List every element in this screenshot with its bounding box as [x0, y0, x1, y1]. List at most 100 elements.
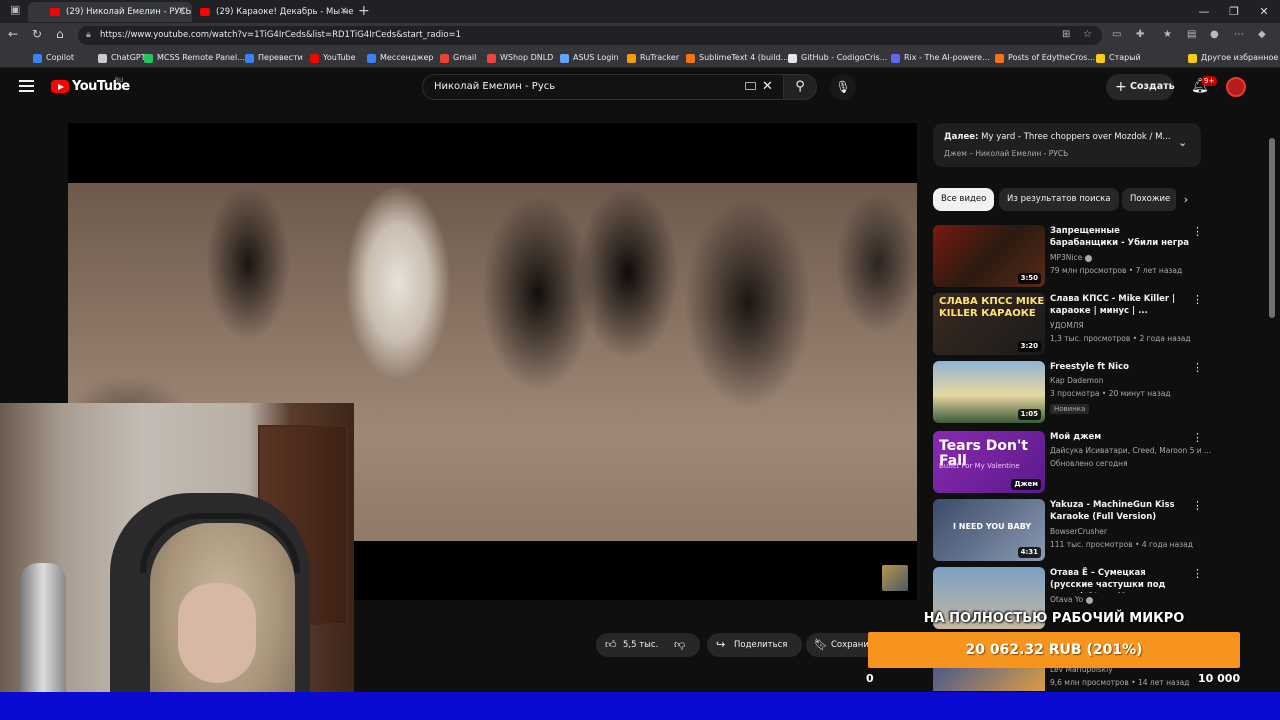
bookmark-label: YouTube — [323, 53, 356, 62]
stream-caption: НА ПОЛНОСТЬЮ РАБОЧИЙ МИКРО — [923, 611, 1185, 626]
profile-icon[interactable]: ● — [1210, 29, 1219, 40]
bookmark-label: Другое избранное — [1201, 53, 1279, 62]
channel-name[interactable]: Дайсука Исиватари, Creed, Maroon 5 и ... — [1050, 446, 1211, 455]
home-icon[interactable]: ⌂ — [56, 27, 64, 41]
bookmark-item[interactable]: Gmail — [440, 48, 476, 68]
chip-from-search[interactable]: Из результатов поиска — [999, 188, 1119, 211]
tab-karaoke[interactable]: (29) Караоке! Декабрь - Мы не ✕ — [194, 2, 354, 22]
video-meta: 3 просмотра • 20 минут назад — [1050, 389, 1171, 398]
minimize-icon[interactable]: — — [1188, 0, 1220, 23]
chip-related[interactable]: Похожие — [1122, 188, 1178, 211]
tab-title: (29) Караоке! Декабрь - Мы не — [216, 7, 354, 17]
channel-name[interactable]: Otava Yo — [1050, 595, 1094, 604]
more-icon[interactable]: ⋯ — [1234, 29, 1244, 40]
more-options-icon[interactable]: ⋮ — [1192, 431, 1203, 444]
new-tab-icon[interactable]: + — [358, 2, 370, 20]
recommendation-item[interactable]: Tears Don't Fall Bullet For My Valentine Д… — [933, 431, 1211, 493]
bookmark-item[interactable]: YouTube — [310, 48, 356, 68]
more-options-icon[interactable]: ⋮ — [1192, 567, 1203, 580]
recommendation-title[interactable]: Отава Ё – Сумецкая (русские частушки под… — [1050, 567, 1190, 593]
bookmark-item[interactable]: Copilot — [33, 48, 74, 68]
share-button[interactable]: ↪ Поделиться — [707, 633, 802, 657]
donation-goal-bar: 20 062.32 RUB (201%) — [868, 632, 1240, 668]
recommendation-title[interactable]: Запрещенные барабанщики - Убили негра — [1050, 225, 1190, 249]
bookmark-item[interactable]: Posts of EdytheCros... — [995, 48, 1095, 68]
up-next-card[interactable]: Далее: My yard - Three choppers over Moz… — [933, 123, 1201, 167]
bookmark-item[interactable]: Rix - The AI-powere... — [891, 48, 990, 68]
bookmark-item[interactable]: Старый — [1096, 48, 1141, 68]
close-window-icon[interactable]: ✕ — [1248, 0, 1280, 23]
bookmark-item[interactable]: Мессенджер — [367, 48, 434, 68]
video-thumbnail[interactable]: 3:50 — [933, 225, 1045, 287]
avatar[interactable] — [1226, 77, 1246, 97]
bookmark-item[interactable]: ChatGPT — [98, 48, 146, 68]
bookmark-item[interactable]: Перевести — [245, 48, 303, 68]
recommendation-item[interactable]: 3:50 Запрещенные барабанщики - Убили негр… — [933, 225, 1203, 287]
translate-icon[interactable]: ⊞ — [1062, 29, 1070, 40]
chevron-down-icon[interactable]: ⌄ — [1178, 136, 1187, 149]
bookmark-item[interactable]: WShop DNLD — [487, 48, 553, 68]
url-field[interactable]: 🔒︎ https://www.youtube.com/watch?v=1TiG4… — [78, 26, 1102, 45]
search-button[interactable]: ⚲ — [784, 74, 817, 100]
more-options-icon[interactable]: ⋮ — [1192, 293, 1203, 306]
bookmark-item[interactable]: Другое избранное — [1188, 48, 1278, 68]
thumbs-up-icon: 👍︎ — [605, 638, 617, 651]
menu-icon[interactable] — [19, 80, 34, 92]
reload-icon[interactable]: ↻ — [32, 27, 42, 41]
recommendation-title[interactable]: Yakuza - MachineGun Kiss Karaoke (Full V… — [1050, 499, 1190, 523]
bookmark-item[interactable]: ASUS Login — [560, 48, 619, 68]
keyboard-icon[interactable] — [745, 82, 756, 90]
tab-nikolay-emelin[interactable]: (29) Николай Емелин - РУСЬ ✕ — [28, 2, 192, 22]
scrollbar[interactable] — [1268, 108, 1276, 690]
duration-badge: 3:20 — [1017, 341, 1041, 352]
like-button[interactable]: 👍︎ 5,5 тыс. — [596, 633, 668, 657]
extensions-icon[interactable]: ✚ — [1136, 29, 1144, 40]
bookmark-item[interactable]: RuTracker — [627, 48, 679, 68]
collections-icon[interactable]: ▤ — [1187, 29, 1196, 40]
more-options-icon[interactable]: ⋮ — [1192, 225, 1203, 238]
recommendation-title[interactable]: Мой джем — [1050, 431, 1190, 443]
search-input[interactable]: Николай Емелин - Русь — [422, 74, 784, 100]
voice-search-button[interactable]: 🎙︎ — [830, 74, 856, 100]
maximize-icon[interactable]: ❐ — [1218, 0, 1250, 23]
bookmark-star-icon[interactable]: ☆ — [1083, 29, 1092, 40]
dislike-button[interactable]: 👎︎ — [674, 633, 685, 657]
channel-name[interactable]: УДОМЛЯ — [1050, 321, 1084, 330]
stream-bottom-bar — [0, 692, 1280, 720]
channel-name[interactable]: Кар Dademon — [1050, 376, 1103, 385]
copilot-icon[interactable]: ◆ — [1258, 29, 1266, 40]
recommendation-title[interactable]: Freestyle ft Nico — [1050, 361, 1190, 373]
video-thumbnail[interactable]: СЛАВА КПСС MIKE KILLER КАРАОКЕ 3:20 — [933, 293, 1045, 355]
video-meta: 9,6 млн просмотров • 14 лет назад — [1050, 678, 1190, 687]
scrollbar-thumb[interactable] — [1269, 138, 1275, 318]
favorites-icon[interactable]: ★ — [1163, 29, 1172, 40]
video-thumbnail[interactable]: Tears Don't Fall Bullet For My Valentine Д… — [933, 431, 1045, 493]
channel-watermark-icon[interactable] — [882, 565, 908, 591]
clear-search-icon[interactable]: ✕ — [762, 79, 773, 94]
back-icon[interactable]: ← — [8, 27, 18, 41]
video-thumbnail[interactable]: I NEED YOU BABY 4:31 — [933, 499, 1045, 561]
bookmark-item[interactable]: GitHub - CodigoCris... — [788, 48, 887, 68]
chevron-right-icon[interactable]: › — [1176, 188, 1196, 211]
channel-name[interactable]: MP3Nice — [1050, 253, 1093, 262]
youtube-logo-icon[interactable] — [51, 80, 69, 93]
bookmark-favicon-icon — [1096, 54, 1105, 63]
bookmark-item[interactable]: SublimeText 4 (build... — [686, 48, 788, 68]
more-options-icon[interactable]: ⋮ — [1192, 499, 1203, 512]
bookmark-label: ASUS Login — [573, 53, 619, 62]
create-button[interactable]: + Создать — [1106, 74, 1175, 100]
recommendation-item[interactable]: I NEED YOU BABY 4:31 Yakuza - MachineGun K… — [933, 499, 1203, 561]
recommendation-item[interactable]: 1:05 Freestyle ft Nico Кар Dademon 3 просмо… — [933, 361, 1203, 423]
close-icon[interactable]: ✕ — [178, 2, 186, 22]
split-view-icon[interactable]: ▭ — [1112, 29, 1121, 40]
bookmark-item[interactable]: MCSS Remote Panel... — [144, 48, 245, 68]
recommendation-item[interactable]: СЛАВА КПСС MIKE KILLER КАРАОКЕ 3:20 Слава … — [933, 293, 1203, 355]
recommendation-title[interactable]: Слава КПСС - Mike Killer | караоке | мин… — [1050, 293, 1190, 317]
video-thumbnail[interactable]: 1:05 — [933, 361, 1045, 423]
chip-all-videos[interactable]: Все видео — [933, 188, 995, 211]
browser-menu-icon[interactable]: ▣ — [10, 3, 20, 16]
channel-name[interactable]: BowserCrusher — [1050, 527, 1107, 536]
save-button[interactable]: 🔖︎ Сохранить — [806, 633, 876, 657]
more-options-icon[interactable]: ⋮ — [1192, 361, 1203, 374]
close-icon[interactable]: ✕ — [340, 2, 348, 22]
